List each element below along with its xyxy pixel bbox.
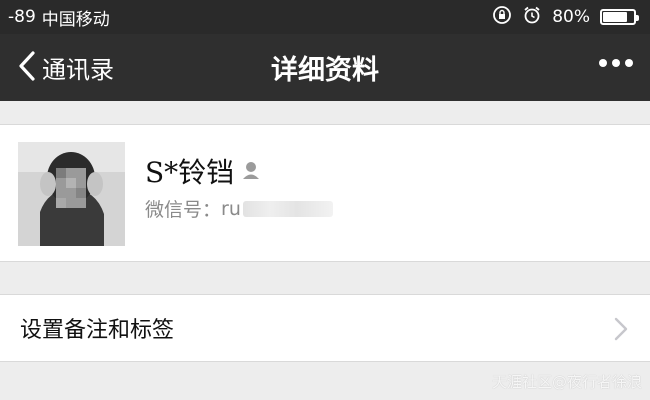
battery-fill bbox=[603, 12, 627, 22]
status-left: -89 中国移动 bbox=[8, 5, 110, 30]
signal-strength: -89 bbox=[8, 7, 36, 27]
rotation-lock-icon bbox=[492, 5, 512, 30]
battery-icon bbox=[600, 9, 639, 25]
chevron-right-icon bbox=[614, 317, 628, 345]
female-gender-icon bbox=[240, 155, 262, 188]
wechat-id-redacted bbox=[242, 200, 333, 217]
wechat-id-value: ru bbox=[221, 197, 241, 220]
profile-card: S*铃铛 微信号： ru bbox=[0, 124, 650, 262]
profile-name: S*铃铛 bbox=[145, 156, 235, 189]
back-button[interactable]: 通讯录 bbox=[0, 50, 114, 86]
chevron-left-icon bbox=[16, 50, 38, 86]
status-right: 80% bbox=[492, 5, 639, 30]
watermark: 天涯社区@夜行者徐浪 bbox=[491, 373, 642, 391]
carrier-name: 中国移动 bbox=[41, 9, 110, 30]
alarm-icon bbox=[522, 5, 542, 30]
wechat-id-row: 微信号： ru bbox=[145, 195, 333, 222]
navigation-bar: 通讯录 详细资料 bbox=[0, 34, 650, 101]
wechat-id-label: 微信号： bbox=[145, 199, 222, 221]
set-remark-and-tags-label: 设置备注和标签 bbox=[20, 318, 175, 343]
back-button-label: 通讯录 bbox=[42, 56, 114, 84]
set-remark-and-tags-row[interactable]: 设置备注和标签 bbox=[0, 294, 650, 362]
avatar[interactable] bbox=[18, 142, 125, 246]
profile-name-row: S*铃铛 bbox=[145, 151, 262, 191]
battery-percent: 80% bbox=[552, 7, 590, 27]
more-options-button[interactable] bbox=[598, 54, 634, 73]
more-dots-icon bbox=[598, 54, 634, 73]
status-bar: -89 中国移动 80% bbox=[0, 0, 650, 34]
